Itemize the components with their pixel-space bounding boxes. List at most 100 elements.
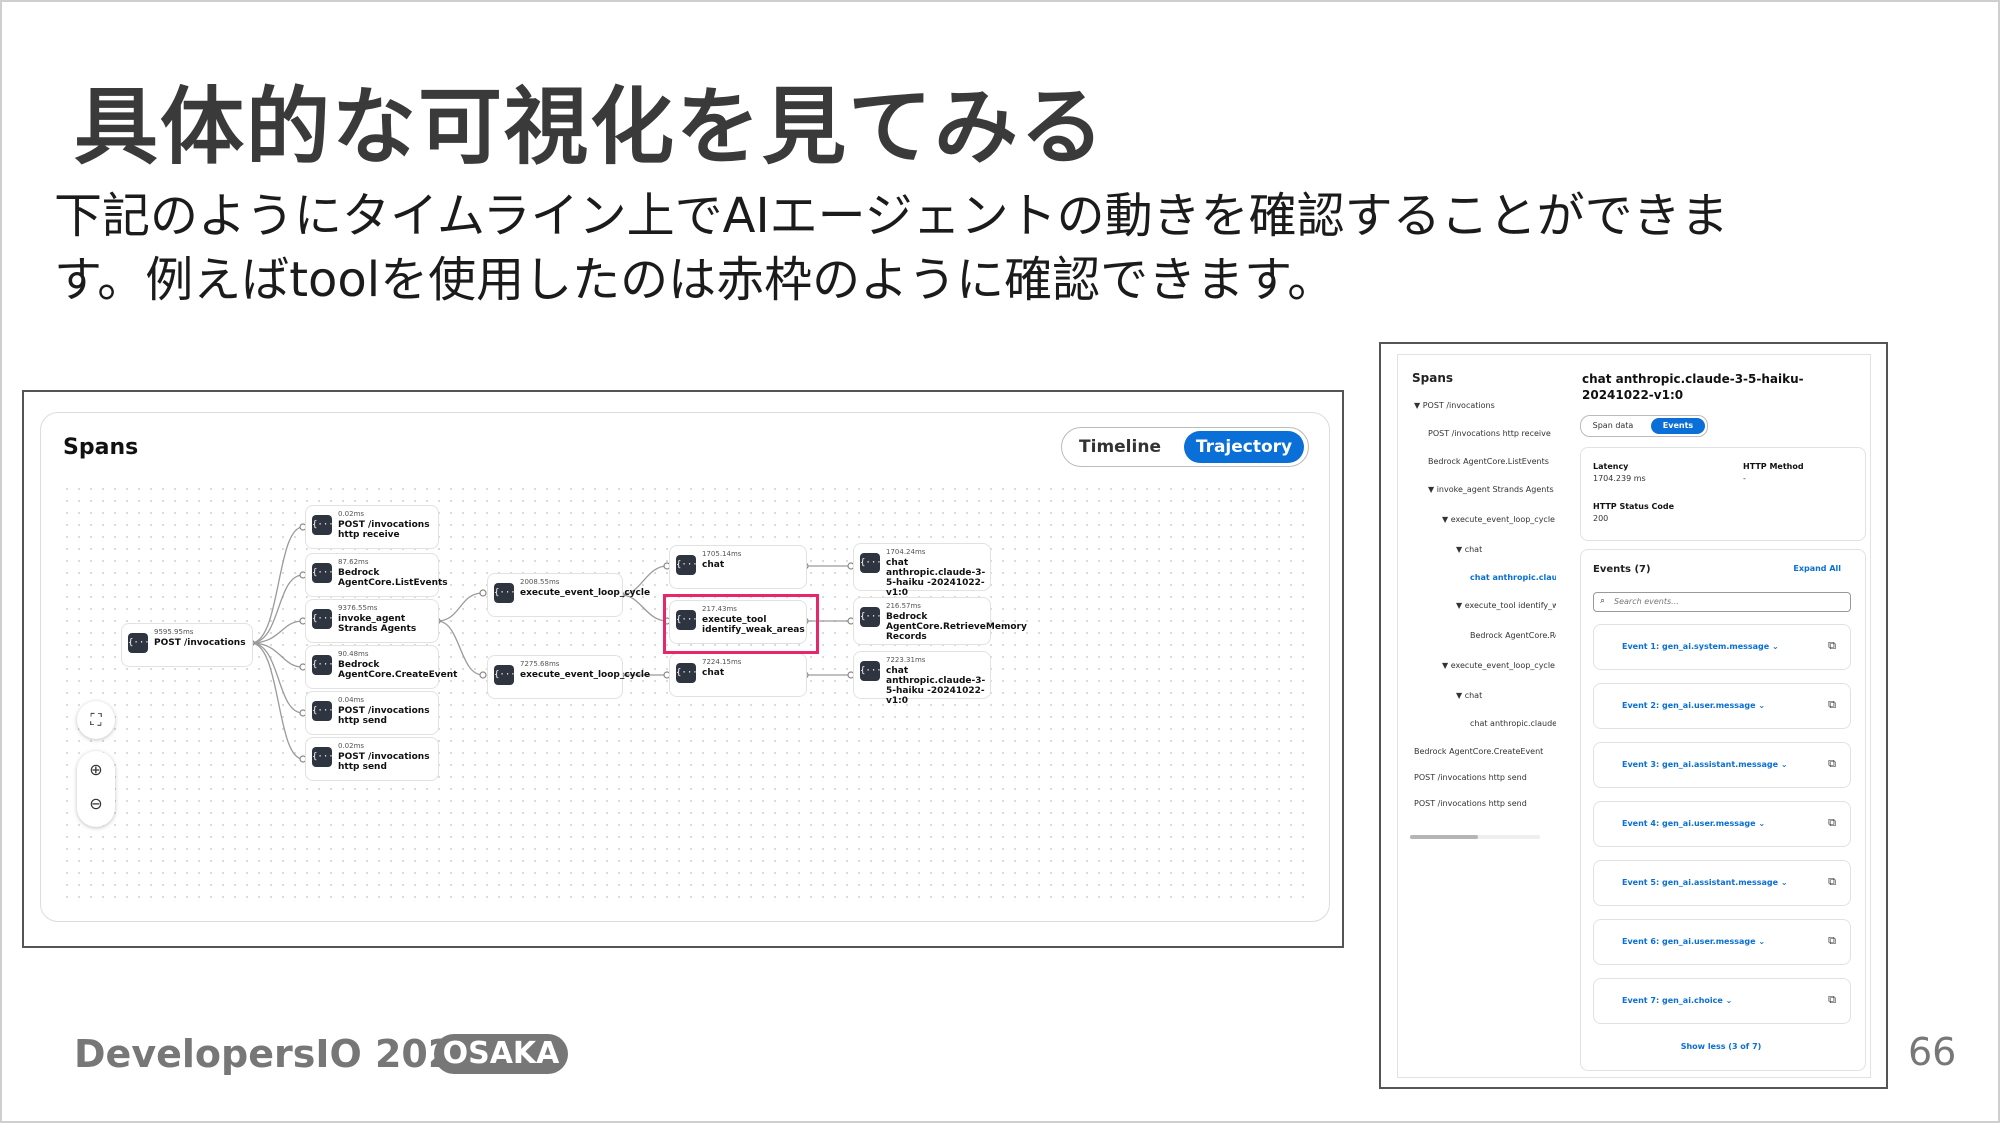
event-item[interactable]: Event 4: gen_ai.user.message ⌄ ⧉ [1593, 801, 1851, 847]
event-item[interactable]: Event 7: gen_ai.choice ⌄ ⧉ [1593, 978, 1851, 1024]
span-node[interactable]: {···} 1704.24ms chat anthropic.claude-3-… [853, 543, 991, 598]
http-method-label: HTTP Method [1743, 462, 1804, 471]
expand-all-link[interactable]: Expand All [1793, 564, 1841, 573]
span-icon: {···} [676, 663, 703, 683]
span-node[interactable]: {···} 9595.95ms POST /invocations [121, 623, 253, 667]
span-node[interactable]: {···} 7224.15ms chat [669, 653, 807, 697]
copy-icon[interactable]: ⧉ [1828, 934, 1836, 948]
span-node[interactable]: {···} 0.04ms POST /invocations http send [305, 691, 439, 735]
span-label: chat [702, 560, 725, 570]
tree-scrollbar[interactable] [1410, 835, 1540, 839]
span-label: chat anthropic.claude-3-5-haiku -2024102… [886, 558, 986, 598]
span-label: invoke_agent Strands Agents [338, 614, 417, 634]
tree-item[interactable]: Bedrock AgentCore.RetrieveMemory [1470, 631, 1556, 640]
zoom-out-icon[interactable]: ⊖ [77, 785, 115, 819]
tab-trajectory[interactable]: Trajectory [1184, 431, 1304, 463]
show-less-link[interactable]: Show less (3 of 7) [1581, 1042, 1861, 1051]
span-node[interactable]: {···} 1705.14ms chat [669, 545, 807, 589]
event-label: Event 2: gen_ai.user.message ⌄ [1622, 701, 1766, 710]
span-duration: 1704.24ms [886, 548, 926, 556]
span-duration: 2008.55ms [520, 578, 560, 586]
span-node[interactable]: {···} 2008.55ms execute_event_loop_cycle [487, 573, 650, 617]
event-label: Event 5: gen_ai.assistant.message ⌄ [1622, 878, 1788, 887]
event-item[interactable]: Event 3: gen_ai.assistant.message ⌄ ⧉ [1593, 742, 1851, 788]
body-line-2: す。例えばtoolを使用したのは赤枠のように確認できます。 [54, 252, 1336, 308]
span-node[interactable]: {···} 0.02ms POST /invocations http send [305, 737, 439, 781]
search-events-input[interactable]: ⌕ Search events... [1593, 592, 1851, 612]
span-icon: {···} [312, 701, 339, 721]
copy-icon[interactable]: ⧉ [1828, 875, 1836, 889]
tab-span-data[interactable]: Span data [1585, 418, 1641, 434]
span-label: Bedrock AgentCore.RetrieveMemory Records [886, 612, 1027, 642]
span-node[interactable]: {···} 216.57ms Bedrock AgentCore.Retriev… [853, 597, 1027, 645]
copy-icon[interactable]: ⧉ [1828, 757, 1836, 771]
fit-view-icon[interactable]: ⛶ [77, 701, 115, 739]
span-detail-screenshot: Spans ▼ POST /invocations POST /invocati… [1379, 342, 1888, 1089]
span-node[interactable]: {···} 90.48ms Bedrock AgentCore.CreateEv… [305, 645, 458, 689]
zoom-in-icon[interactable]: ⊕ [77, 751, 115, 785]
tree-item[interactable]: ▼ invoke_agent Strands Agents [1428, 485, 1554, 494]
span-duration: 0.04ms [338, 696, 365, 704]
span-icon: {···} [860, 661, 887, 681]
copy-icon[interactable]: ⧉ [1828, 993, 1836, 1007]
span-label: Bedrock AgentCore.ListEvents [338, 568, 448, 588]
tree-item[interactable]: ▼ POST /invocations [1414, 401, 1495, 410]
span-icon: {···} [312, 515, 339, 535]
tree-item[interactable]: POST /invocations http send [1414, 799, 1527, 808]
slide: 具体的な可視化を見てみる 下記のようにタイムライン上でAIエージェントの動きを確… [0, 0, 2000, 1123]
event-label: Event 1: gen_ai.system.message ⌄ [1622, 642, 1779, 651]
tree-item[interactable]: Bedrock AgentCore.CreateEvent [1414, 747, 1543, 756]
search-icon: ⌕ [1600, 596, 1606, 606]
tab-events[interactable]: Events [1651, 418, 1705, 434]
slide-title: 具体的な可視化を見てみる [74, 78, 1107, 176]
spans-title: Spans [63, 435, 139, 460]
tree-item[interactable]: ▼ execute_tool identify_weak_areas [1456, 601, 1556, 610]
span-node[interactable]: {···} 0.02ms POST /invocations http rece… [305, 505, 439, 549]
span-detail-title: chat anthropic.claude-3-5-haiku-20241022… [1582, 372, 1804, 402]
span-label: Bedrock AgentCore.CreateEvent [338, 660, 458, 680]
events-section: Events (7) Expand All ⌕ Search events...… [1580, 549, 1866, 1071]
tree-item[interactable]: POST /invocations http send [1414, 773, 1527, 782]
tab-timeline[interactable]: Timeline [1068, 431, 1172, 463]
span-duration: 87.62ms [338, 558, 369, 566]
event-item[interactable]: Event 2: gen_ai.user.message ⌄ ⧉ [1593, 683, 1851, 729]
copy-icon[interactable]: ⧉ [1828, 816, 1836, 830]
tree-item[interactable]: ▼ chat [1456, 545, 1482, 554]
span-node[interactable]: {···} 9376.55ms invoke_agent Strands Age… [305, 599, 439, 643]
tree-item[interactable]: ▼ execute_event_loop_cycle [1442, 515, 1555, 524]
tree-item[interactable]: chat anthropic.claude-3-5-haiku [1470, 719, 1556, 728]
events-title: Events (7) [1593, 564, 1651, 575]
span-tree: Spans ▼ POST /invocations POST /invocati… [1398, 355, 1556, 1077]
span-label: chat anthropic.claude-3-5-haiku -2024102… [886, 666, 986, 706]
span-tree-title: Spans [1412, 371, 1454, 385]
span-duration: 7224.15ms [702, 658, 742, 666]
span-icon: {···} [312, 609, 339, 629]
event-label: Event 3: gen_ai.assistant.message ⌄ [1622, 760, 1788, 769]
tree-item[interactable]: POST /invocations http receive [1428, 429, 1551, 438]
event-label: Event 6: gen_ai.user.message ⌄ [1622, 937, 1766, 946]
footer-brand: DevelopersIO 2025 [74, 1032, 481, 1076]
copy-icon[interactable]: ⧉ [1828, 639, 1836, 653]
zoom-controls: ⊕ ⊖ [77, 751, 115, 827]
scrollbar-thumb[interactable] [1410, 835, 1478, 839]
body-line-1: 下記のようにタイムライン上でAIエージェントの動きを確認することができま [54, 188, 1729, 244]
event-item[interactable]: Event 6: gen_ai.user.message ⌄ ⧉ [1593, 919, 1851, 965]
graph-canvas[interactable]: {···} 9595.95ms POST /invocations {···} … [61, 483, 1309, 903]
event-item[interactable]: Event 5: gen_ai.assistant.message ⌄ ⧉ [1593, 860, 1851, 906]
copy-icon[interactable]: ⧉ [1828, 698, 1836, 712]
span-node[interactable]: {···} 7275.68ms execute_event_loop_cycle [487, 655, 650, 699]
span-node[interactable]: {···} 87.62ms Bedrock AgentCore.ListEven… [305, 553, 448, 597]
span-detail: chat anthropic.claude-3-5-haiku-20241022… [1570, 355, 1866, 1077]
span-icon: {···} [128, 633, 155, 653]
tree-item[interactable]: ▼ execute_event_loop_cycle [1442, 661, 1555, 670]
tree-item-selected[interactable]: chat anthropic.claude-3-5-haiku [1470, 573, 1556, 582]
span-icon: {···} [860, 607, 887, 627]
span-duration: 7275.68ms [520, 660, 560, 668]
span-icon: {···} [494, 583, 521, 603]
span-label: POST /invocations [154, 638, 246, 648]
span-node[interactable]: {···} 7223.31ms chat anthropic.claude-3-… [853, 651, 991, 706]
event-item[interactable]: Event 1: gen_ai.system.message ⌄ ⧉ [1593, 624, 1851, 670]
tree-item[interactable]: ▼ chat [1456, 691, 1482, 700]
span-icon: {···} [860, 553, 887, 573]
tree-item[interactable]: Bedrock AgentCore.ListEvents [1428, 457, 1549, 466]
